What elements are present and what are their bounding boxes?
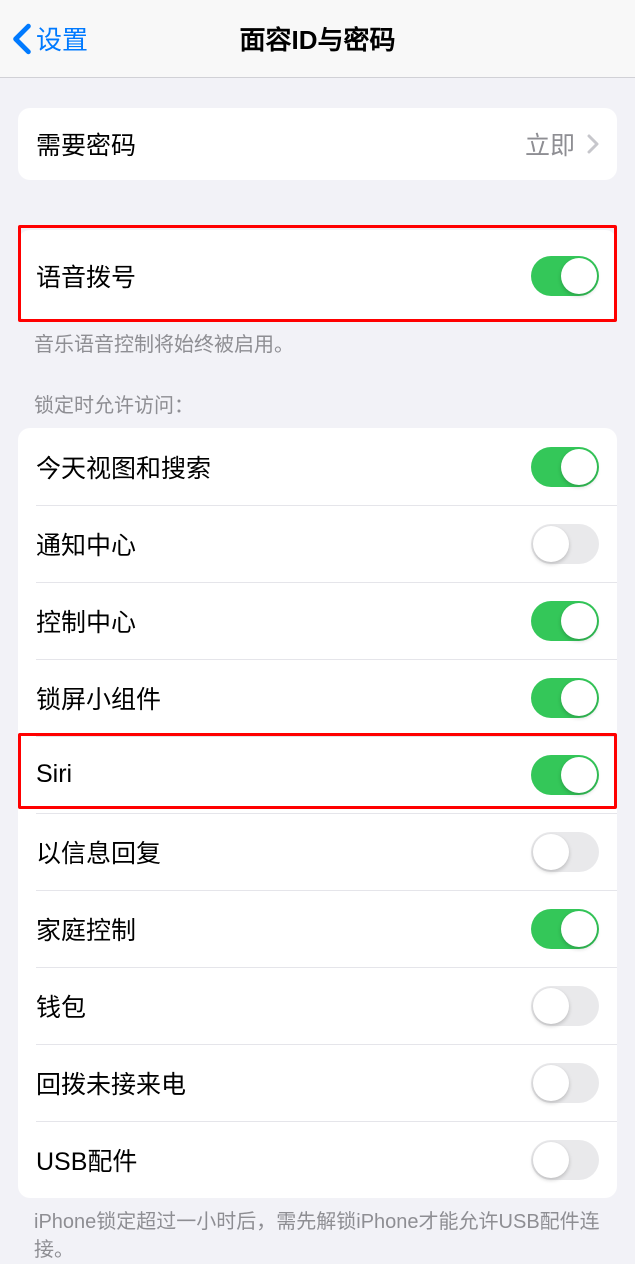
lock-access-toggle[interactable] (531, 986, 599, 1026)
voice-dial-row: 语音拨号 (18, 230, 617, 321)
lock-access-row: 回拨未接来电 (18, 1044, 617, 1121)
lock-access-label: Siri (36, 760, 72, 789)
lock-access-label: 家庭控制 (36, 911, 136, 947)
lock-access-row: 以信息回复 (18, 813, 617, 890)
lock-access-label: 通知中心 (36, 526, 136, 562)
lock-access-toggle[interactable] (531, 1063, 599, 1103)
lock-access-label: 控制中心 (36, 603, 136, 639)
voice-dial-group: 语音拨号 (18, 230, 617, 321)
nav-bar: 设置 面容ID与密码 (0, 0, 635, 78)
lock-access-row: 控制中心 (18, 582, 617, 659)
voice-dial-label: 语音拨号 (36, 258, 136, 294)
lock-access-list: 今天视图和搜索通知中心控制中心锁屏小组件 Siri 以信息回复家庭控制钱包回拨未接来… (18, 428, 617, 1198)
lock-access-row: USB配件 (18, 1121, 617, 1198)
lock-access-toggle[interactable] (531, 524, 599, 564)
lock-access-row: 通知中心 (18, 505, 617, 582)
lock-access-toggle[interactable] (531, 678, 599, 718)
page-title: 面容ID与密码 (0, 20, 635, 57)
lock-access-row: 钱包 (18, 967, 617, 1044)
chevron-left-icon (12, 23, 32, 55)
back-label: 设置 (36, 20, 88, 57)
lock-access-toggle[interactable] (531, 601, 599, 641)
lock-access-row: 今天视图和搜索 (18, 428, 617, 505)
lock-access-label: USB配件 (36, 1142, 137, 1178)
lock-access-row: 家庭控制 (18, 890, 617, 967)
lock-access-toggle[interactable] (531, 832, 599, 872)
lock-access-label: 锁屏小组件 (36, 680, 161, 716)
lock-access-row: Siri (18, 736, 617, 813)
lock-access-label: 以信息回复 (36, 834, 161, 870)
lock-access-toggle[interactable] (531, 447, 599, 487)
require-passcode-label: 需要密码 (36, 126, 136, 162)
lock-access-row: 锁屏小组件 (18, 659, 617, 736)
voice-dial-toggle[interactable] (531, 256, 599, 296)
lock-access-toggle[interactable] (531, 755, 599, 795)
voice-dial-footer: 音乐语音控制将始终被启用。 (0, 321, 635, 359)
require-passcode-value: 立即 (525, 126, 599, 162)
back-button[interactable]: 设置 (12, 20, 88, 57)
lock-access-label: 回拨未接来电 (36, 1065, 186, 1101)
lock-access-toggle[interactable] (531, 1140, 599, 1180)
lock-access-header: 锁定时允许访问： (0, 389, 635, 428)
lock-access-toggle[interactable] (531, 909, 599, 949)
require-passcode-row[interactable]: 需要密码 立即 (18, 108, 617, 180)
lock-access-label: 钱包 (36, 988, 86, 1024)
lock-access-label: 今天视图和搜索 (36, 449, 211, 485)
chevron-right-icon (587, 134, 599, 154)
require-passcode-group: 需要密码 立即 (18, 108, 617, 180)
lock-access-footer: iPhone锁定超过一小时后，需先解锁iPhone才能允许USB配件连接。 (0, 1198, 635, 1264)
